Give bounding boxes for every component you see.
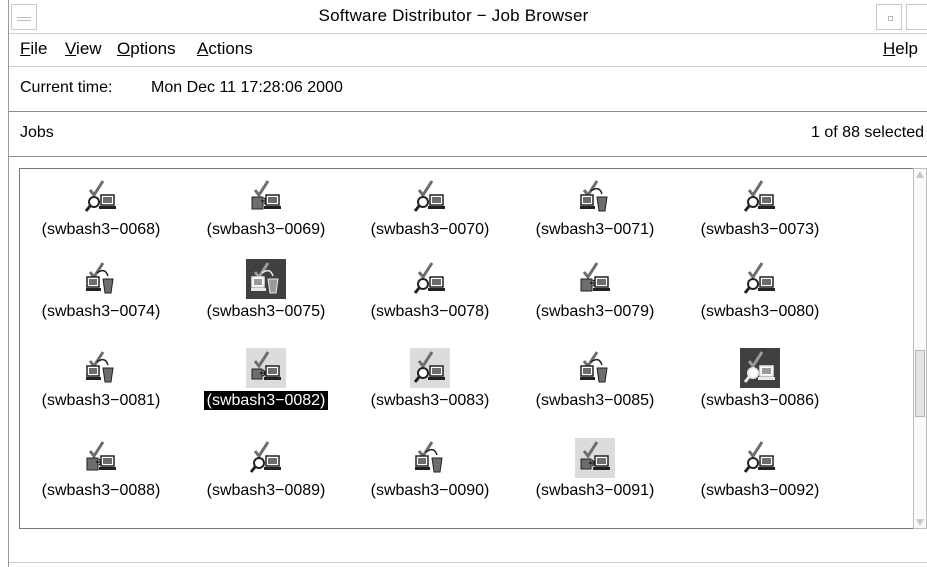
jobs-header: Jobs 1 of 88 selected — [9, 112, 927, 157]
analysis-job-icon[interactable] — [81, 177, 121, 217]
remove-job-icon[interactable] — [410, 438, 450, 478]
analysis-job-icon[interactable] — [740, 177, 780, 217]
job-label[interactable]: (swbash3−0090) — [350, 482, 510, 500]
job-label[interactable]: (swbash3−0091) — [515, 482, 675, 500]
job-label-text: (swbash3−0083) — [370, 392, 490, 409]
job-item[interactable]: (swbash3−0088) — [21, 441, 181, 532]
job-label-text: (swbash3−0081) — [41, 392, 161, 409]
job-label[interactable]: (swbash3−0082) — [186, 391, 346, 410]
job-label-text: (swbash3−0092) — [700, 482, 820, 499]
maximize-button[interactable] — [906, 4, 927, 30]
analysis-job-icon[interactable] — [410, 348, 450, 388]
job-label-text: (swbash3−0074) — [41, 303, 161, 320]
jobs-label: Jobs — [20, 124, 54, 141]
current-time-label: Current time: — [20, 79, 113, 96]
window-title: Software Distributor − Job Browser — [318, 6, 589, 25]
job-label-text: (swbash3−0071) — [535, 221, 655, 238]
job-label[interactable]: (swbash3−0075) — [186, 303, 346, 321]
job-item[interactable]: (swbash3−0082) — [186, 348, 346, 442]
job-label-text: (swbash3−0079) — [535, 303, 655, 320]
job-item[interactable]: (swbash3−0089) — [186, 441, 346, 532]
title-bar: Software Distributor − Job Browser — [9, 0, 927, 34]
jobs-icon-list[interactable]: (swbash3−0068) (swbash3−0069) (swbash3−007… — [19, 168, 915, 529]
minimize-button[interactable] — [876, 4, 902, 30]
job-item[interactable]: (swbash3−0074) — [21, 262, 181, 353]
analysis-job-icon[interactable] — [246, 438, 286, 478]
menu-view[interactable]: View — [65, 39, 102, 59]
job-item[interactable]: (swbash3−0085) — [515, 351, 675, 442]
job-item[interactable]: (swbash3−0091) — [515, 438, 675, 532]
job-label[interactable]: (swbash3−0086) — [680, 392, 840, 410]
scroll-up-arrow-icon[interactable] — [916, 171, 924, 178]
menu-file[interactable]: File — [20, 39, 47, 59]
job-label[interactable]: (swbash3−0069) — [186, 221, 346, 239]
job-browser-window: Software Distributor − Job Browser File … — [8, 0, 927, 567]
job-label[interactable]: (swbash3−0089) — [186, 482, 346, 500]
job-label[interactable]: (swbash3−0078) — [350, 303, 510, 321]
current-time-value: Mon Dec 11 17:28:06 2000 — [151, 79, 343, 96]
menu-help[interactable]: Help — [883, 39, 918, 59]
job-label[interactable]: (swbash3−0083) — [350, 392, 510, 410]
job-label[interactable]: (swbash3−0074) — [21, 303, 181, 321]
analysis-job-icon[interactable] — [410, 259, 450, 299]
analysis-job-icon[interactable] — [410, 177, 450, 217]
job-item[interactable]: (swbash3−0086) — [680, 348, 840, 442]
selection-count: 1 of 88 selected — [811, 124, 924, 141]
job-label-text: (swbash3−0075) — [206, 303, 326, 320]
window-bottom-edge — [9, 562, 927, 563]
job-label-text: (swbash3−0089) — [206, 482, 326, 499]
copy-job-icon[interactable] — [575, 259, 615, 299]
vertical-scrollbar[interactable] — [913, 168, 927, 529]
job-label-text: (swbash3−0082) — [203, 391, 329, 410]
job-label-text: (swbash3−0073) — [700, 221, 820, 238]
remove-job-icon[interactable] — [575, 348, 615, 388]
job-label-text: (swbash3−0068) — [41, 221, 161, 238]
remove-job-icon[interactable] — [575, 177, 615, 217]
job-label-text: (swbash3−0091) — [535, 482, 655, 499]
job-label[interactable]: (swbash3−0079) — [515, 303, 675, 321]
scroll-thumb[interactable] — [915, 350, 925, 417]
job-item[interactable]: (swbash3−0090) — [350, 441, 510, 532]
job-label-text: (swbash3−0080) — [700, 303, 820, 320]
job-label[interactable]: (swbash3−0088) — [21, 482, 181, 500]
menu-bar: File View Options Actions Help — [9, 34, 927, 67]
job-label-text: (swbash3−0086) — [700, 392, 820, 409]
current-time-bar: Current time: Mon Dec 11 17:28:06 2000 — [9, 67, 927, 112]
job-label-text: (swbash3−0085) — [535, 392, 655, 409]
analysis-job-icon[interactable] — [740, 259, 780, 299]
job-label-text: (swbash3−0070) — [370, 221, 490, 238]
install-job-icon[interactable] — [246, 348, 286, 388]
job-label-text: (swbash3−0069) — [206, 221, 326, 238]
job-label[interactable]: (swbash3−0092) — [680, 482, 840, 500]
menu-options[interactable]: Options — [117, 39, 176, 59]
remove-job-icon[interactable] — [246, 259, 286, 299]
job-item[interactable]: (swbash3−0081) — [21, 351, 181, 442]
job-label-text: (swbash3−0078) — [370, 303, 490, 320]
job-label-text: (swbash3−0088) — [41, 482, 161, 499]
window-menu-button[interactable] — [11, 4, 37, 30]
copy-job-icon[interactable] — [81, 438, 121, 478]
job-label[interactable]: (swbash3−0071) — [515, 221, 675, 239]
install-job-icon[interactable] — [575, 438, 615, 478]
remove-job-icon[interactable] — [81, 259, 121, 299]
analysis-job-icon[interactable] — [740, 348, 780, 388]
job-label-text: (swbash3−0090) — [370, 482, 490, 499]
scroll-down-arrow-icon[interactable] — [916, 519, 924, 526]
job-label[interactable]: (swbash3−0080) — [680, 303, 840, 321]
job-item[interactable]: (swbash3−0092) — [680, 441, 840, 532]
job-item[interactable]: (swbash3−0078) — [350, 262, 510, 353]
remove-job-icon[interactable] — [81, 348, 121, 388]
job-label[interactable]: (swbash3−0081) — [21, 392, 181, 410]
job-label[interactable]: (swbash3−0070) — [350, 221, 510, 239]
job-label[interactable]: (swbash3−0073) — [680, 221, 840, 239]
job-item[interactable]: (swbash3−0079) — [515, 262, 675, 353]
job-label[interactable]: (swbash3−0068) — [21, 221, 181, 239]
analysis-job-icon[interactable] — [740, 438, 780, 478]
menu-actions[interactable]: Actions — [197, 39, 253, 59]
job-item[interactable]: (swbash3−0083) — [350, 348, 510, 442]
job-item[interactable]: (swbash3−0075) — [186, 259, 346, 353]
job-label[interactable]: (swbash3−0085) — [515, 392, 675, 410]
copy-job-icon[interactable] — [246, 177, 286, 217]
job-item[interactable]: (swbash3−0080) — [680, 262, 840, 353]
